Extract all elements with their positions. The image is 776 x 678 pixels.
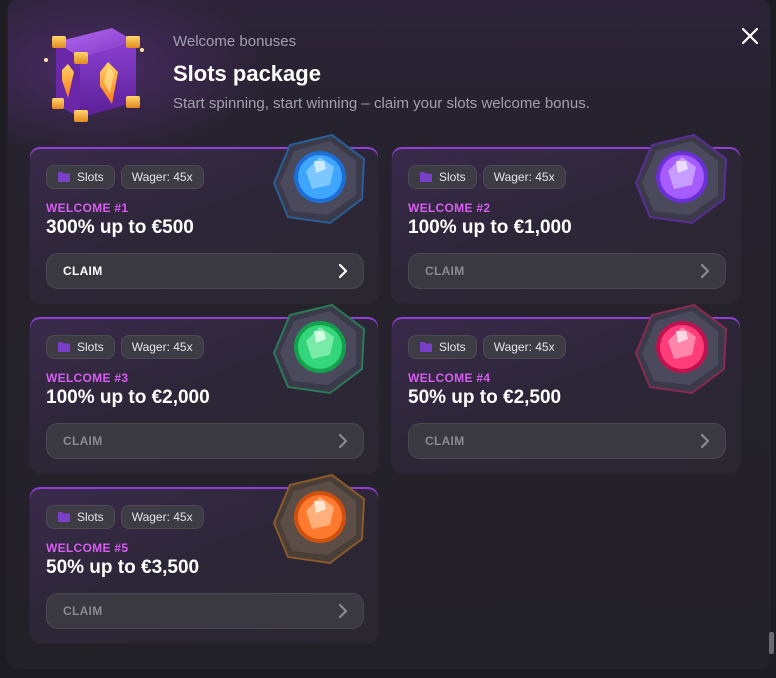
orange-gem-icon (272, 473, 366, 565)
purple-gem-icon (634, 133, 728, 225)
claim-label: CLAIM (63, 604, 103, 618)
category-label: Slots (439, 340, 466, 354)
bonus-card-1: Slots Wager: 45x WELCOME #1 300% up to €… (30, 133, 378, 303)
header-eyebrow: Welcome bonuses (173, 33, 297, 50)
claim-button[interactable]: CLAIM (46, 593, 364, 629)
folder-icon (419, 341, 433, 353)
header-subtitle: Start spinning, start winning – claim yo… (173, 95, 590, 112)
claim-button[interactable]: CLAIM (408, 423, 726, 459)
bonus-amount: 100% up to €1,000 (408, 217, 572, 238)
bonus-amount: 100% up to €2,000 (46, 387, 210, 408)
bonus-label: WELCOME #4 (408, 371, 491, 385)
claim-label: CLAIM (63, 434, 103, 448)
close-button[interactable] (736, 22, 764, 50)
chevron-right-icon (338, 603, 348, 619)
wager-tag: Wager: 45x (482, 335, 566, 359)
bonus-amount: 300% up to €500 (46, 217, 194, 238)
wager-tag: Wager: 45x (120, 335, 204, 359)
category-tag: Slots (46, 505, 115, 529)
treasure-chest-icon (34, 20, 154, 128)
wager-label: Wager: 45x (131, 340, 193, 354)
close-icon (741, 27, 759, 45)
chevron-right-icon (700, 263, 710, 279)
card-tags: Slots Wager: 45x (408, 335, 566, 359)
claim-button[interactable]: CLAIM (46, 423, 364, 459)
chevron-right-icon (338, 433, 348, 449)
folder-icon (57, 511, 71, 523)
bonus-amount: 50% up to €3,500 (46, 557, 200, 578)
bonus-amount: 50% up to €2,500 (408, 387, 562, 408)
pink-gem-icon (634, 303, 728, 395)
card-tags: Slots Wager: 45x (46, 505, 204, 529)
folder-icon (419, 171, 433, 183)
bonus-label: WELCOME #3 (46, 371, 129, 385)
folder-icon (57, 171, 71, 183)
claim-label: CLAIM (425, 434, 465, 448)
claim-label: CLAIM (425, 264, 465, 278)
wager-tag: Wager: 45x (482, 165, 566, 189)
card-tags: Slots Wager: 45x (46, 335, 204, 359)
wager-label: Wager: 45x (131, 510, 193, 524)
page-title: Slots package (173, 61, 321, 86)
green-gem-icon (272, 303, 366, 395)
bonus-card-4: Slots Wager: 45x WELCOME #4 50% up to €2… (392, 303, 740, 473)
claim-button[interactable]: CLAIM (408, 253, 726, 289)
bonus-label: WELCOME #1 (46, 201, 129, 215)
wager-tag: Wager: 45x (120, 505, 204, 529)
category-label: Slots (77, 510, 104, 524)
welcome-bonuses-modal: Welcome bonuses Slots package Start spin… (8, 0, 770, 668)
claim-button[interactable]: CLAIM (46, 253, 364, 289)
card-tags: Slots Wager: 45x (408, 165, 566, 189)
category-tag: Slots (46, 335, 115, 359)
category-label: Slots (77, 170, 104, 184)
category-tag: Slots (408, 165, 477, 189)
category-label: Slots (439, 170, 466, 184)
wager-label: Wager: 45x (493, 340, 555, 354)
header: Welcome bonuses Slots package Start spin… (173, 33, 590, 113)
page: Welcome bonuses Slots package Start spin… (0, 0, 776, 678)
bonus-card-3: Slots Wager: 45x WELCOME #3 100% up to €… (30, 303, 378, 473)
chevron-right-icon (700, 433, 710, 449)
category-tag: Slots (46, 165, 115, 189)
scrollbar-thumb[interactable] (769, 632, 774, 654)
bonus-card-2: Slots Wager: 45x WELCOME #2 100% up to €… (392, 133, 740, 303)
folder-icon (57, 341, 71, 353)
card-tags: Slots Wager: 45x (46, 165, 204, 189)
wager-tag: Wager: 45x (120, 165, 204, 189)
bonus-card-5: Slots Wager: 45x WELCOME #5 50% up to €3… (30, 473, 378, 643)
bonus-label: WELCOME #5 (46, 541, 129, 555)
claim-label: CLAIM (63, 264, 103, 278)
category-label: Slots (77, 340, 104, 354)
wager-label: Wager: 45x (131, 170, 193, 184)
bonus-label: WELCOME #2 (408, 201, 491, 215)
wager-label: Wager: 45x (493, 170, 555, 184)
blue-gem-icon (272, 133, 366, 225)
chevron-right-icon (338, 263, 348, 279)
category-tag: Slots (408, 335, 477, 359)
